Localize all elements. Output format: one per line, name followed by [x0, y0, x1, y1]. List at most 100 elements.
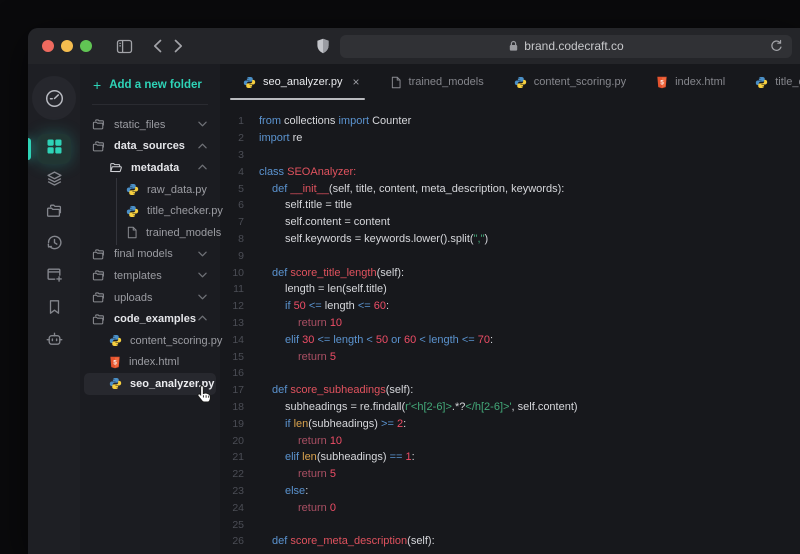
code-area[interactable]: 1from collections import Counter2import … [220, 100, 800, 554]
sidebar-item-dashboard[interactable] [37, 134, 71, 164]
code-token: (self): [377, 267, 405, 279]
file-tree: static_filesdata_sourcesmetadataraw_data… [80, 114, 220, 395]
tree-item-content-scoring-py[interactable]: content_scoring.py [80, 330, 220, 352]
sidebar-item-files[interactable] [37, 198, 71, 228]
tree-item-title-checker-py[interactable]: title_checker.py [80, 200, 220, 222]
code-line: 22return 5 [220, 466, 800, 483]
code-token: length [322, 300, 358, 312]
back-button[interactable] [153, 39, 162, 53]
tab-label: content_scoring.py [534, 76, 626, 88]
code-line: 13return 10 [220, 315, 800, 332]
tab-trained-models[interactable]: trained_models [375, 64, 499, 100]
sidebar-toggle-icon[interactable] [116, 39, 133, 54]
code-token: (self, title, content, meta_description,… [329, 183, 564, 195]
tree-item-static-files[interactable]: static_files [80, 114, 220, 136]
tree-item-templates[interactable]: templates [80, 265, 220, 287]
code-token: score_meta_description [290, 535, 407, 547]
tree-item-code-examples[interactable]: code_examples [80, 308, 220, 330]
chevron-down-icon[interactable] [198, 294, 207, 300]
tree-item-label: content_scoring.py [130, 335, 222, 347]
code-token: , self.content) [512, 401, 578, 413]
tree-item-raw-data-py[interactable]: raw_data.py [80, 179, 220, 201]
url-bar[interactable]: brand.codecraft.co [340, 35, 792, 58]
folder-icon [92, 140, 106, 153]
close-window-button[interactable] [42, 40, 54, 52]
code-token: self.content = content [285, 216, 390, 228]
sidebar-item-assistant[interactable] [37, 326, 71, 356]
tree-item-final-models[interactable]: final models [80, 244, 220, 266]
code-line: 16 [220, 365, 800, 382]
tab-close-icon[interactable]: × [353, 75, 360, 89]
code-token: </h[2-6]>' [465, 401, 511, 413]
code-line: 5def __init__(self, title, content, meta… [220, 180, 800, 197]
code-line: 1from collections import Counter [220, 113, 800, 130]
code-token: return [298, 502, 327, 514]
line-number: 22 [220, 468, 244, 480]
folder-icon [92, 313, 106, 326]
code-text: def score_subheadings(self): [259, 384, 413, 396]
code-token: < length <= [419, 334, 474, 346]
code-line: 18subheadings = re.findall(r'<h[2-6]>.*?… [220, 399, 800, 416]
browser-chrome: brand.codecraft.co [28, 28, 800, 64]
chevron-down-icon[interactable] [198, 251, 207, 257]
tab-index-html[interactable]: 5index.html [641, 64, 740, 100]
code-token: ) [484, 233, 488, 245]
forward-button[interactable] [174, 39, 183, 53]
refresh-icon[interactable] [770, 39, 783, 56]
code-token: def [272, 183, 287, 195]
app-logo[interactable] [32, 76, 76, 120]
code-line: 23else: [220, 483, 800, 500]
sidebar-item-new-window[interactable] [37, 262, 71, 292]
tab-title-checker-py[interactable]: title_checker.py [740, 64, 800, 100]
tree-item-uploads[interactable]: uploads [80, 287, 220, 309]
code-token: <= length < [317, 334, 375, 346]
code-token: import [338, 115, 369, 127]
python-icon [126, 205, 139, 218]
code-token: : [305, 485, 308, 497]
tree-item-trained-models[interactable]: trained_models [80, 222, 220, 244]
tree-item-metadata[interactable]: metadata [80, 157, 220, 179]
code-text: if 50 <= length <= 60: [259, 300, 389, 312]
code-token: else [285, 485, 305, 497]
tree-item-index-html[interactable]: 5index.html [80, 352, 220, 374]
chevron-up-icon[interactable] [198, 315, 207, 321]
line-number: 24 [220, 502, 244, 514]
code-token: : [403, 418, 406, 430]
line-number: 2 [220, 132, 244, 144]
sidebar-item-history[interactable] [37, 230, 71, 260]
chevron-up-icon[interactable] [198, 164, 207, 170]
line-number: 16 [220, 367, 244, 379]
html-icon: 5 [109, 356, 121, 369]
chevron-down-icon[interactable] [198, 272, 207, 278]
add-folder-button[interactable]: + Add a new folder [80, 74, 220, 96]
tab-content-scoring-py[interactable]: content_scoring.py [499, 64, 641, 100]
code-token: return [298, 435, 327, 447]
sidebar-item-bookmarks[interactable] [37, 294, 71, 324]
maximize-window-button[interactable] [80, 40, 92, 52]
code-token: collections [281, 115, 338, 127]
tab-label: trained_models [409, 76, 484, 88]
chevron-down-icon[interactable] [198, 121, 207, 127]
tree-item-seo-analyzer-py[interactable]: seo_analyzer.py [84, 373, 216, 395]
code-token: 5 [330, 468, 336, 480]
code-token: 70 [478, 334, 490, 346]
code-line: 17def score_subheadings(self): [220, 382, 800, 399]
code-text: def score_meta_description(self): [259, 535, 435, 547]
code-token: Counter [369, 115, 411, 127]
code-line: 20return 10 [220, 432, 800, 449]
code-token: __init__ [290, 183, 329, 195]
minimize-window-button[interactable] [61, 40, 73, 52]
folder-icon [92, 269, 106, 282]
tree-item-label: final models [114, 248, 173, 260]
icon-rail [28, 64, 80, 554]
code-token: def [272, 535, 287, 547]
privacy-shield-icon[interactable] [316, 38, 330, 55]
tree-item-data-sources[interactable]: data_sources [80, 136, 220, 158]
code-line: 21elif len(subheadings) == 1: [220, 449, 800, 466]
sidebar-item-layers[interactable] [37, 166, 71, 196]
editor-pane: seo_analyzer.py× trained_models content_sc… [220, 64, 800, 554]
chevron-up-icon[interactable] [198, 143, 207, 149]
html-icon: 5 [656, 76, 668, 89]
bookmark-icon [47, 299, 62, 320]
tab-seo-analyzer-py[interactable]: seo_analyzer.py× [228, 64, 375, 100]
